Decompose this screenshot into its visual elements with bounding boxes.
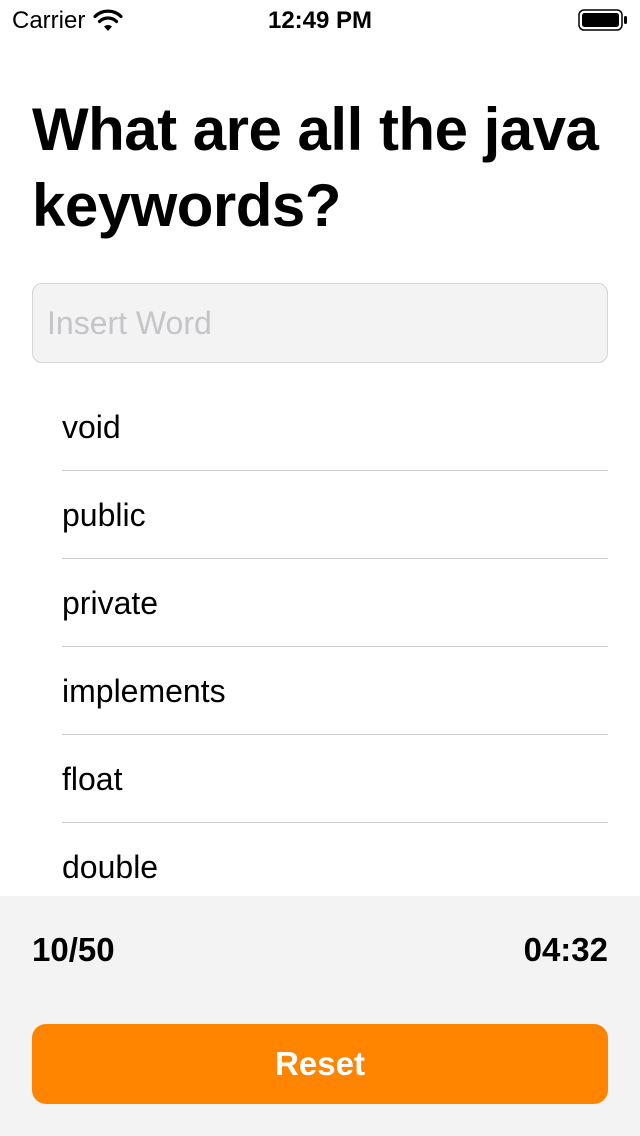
battery-icon bbox=[578, 9, 627, 31]
list-item: double bbox=[62, 849, 159, 885]
bottom-panel: 10/50 04:32 Reset bbox=[0, 896, 640, 1136]
question-title: What are all the java keywords? bbox=[32, 96, 599, 239]
status-time: 12:49 PM bbox=[267, 7, 373, 34]
score-counter: 10/50 bbox=[32, 931, 115, 968]
status-bar: Carrier 12:49 PM bbox=[0, 0, 640, 40]
list-item: private bbox=[62, 559, 608, 647]
reset-button[interactable]: Reset bbox=[32, 1024, 608, 1104]
countdown-timer: 04:32 bbox=[523, 931, 608, 968]
list-item: implements bbox=[62, 647, 608, 735]
word-input[interactable] bbox=[32, 283, 608, 363]
word-list[interactable]: void public private implements float dou… bbox=[0, 383, 640, 896]
list-item: float bbox=[62, 735, 608, 823]
list-item: void bbox=[62, 383, 608, 471]
list-item: public bbox=[62, 471, 608, 559]
